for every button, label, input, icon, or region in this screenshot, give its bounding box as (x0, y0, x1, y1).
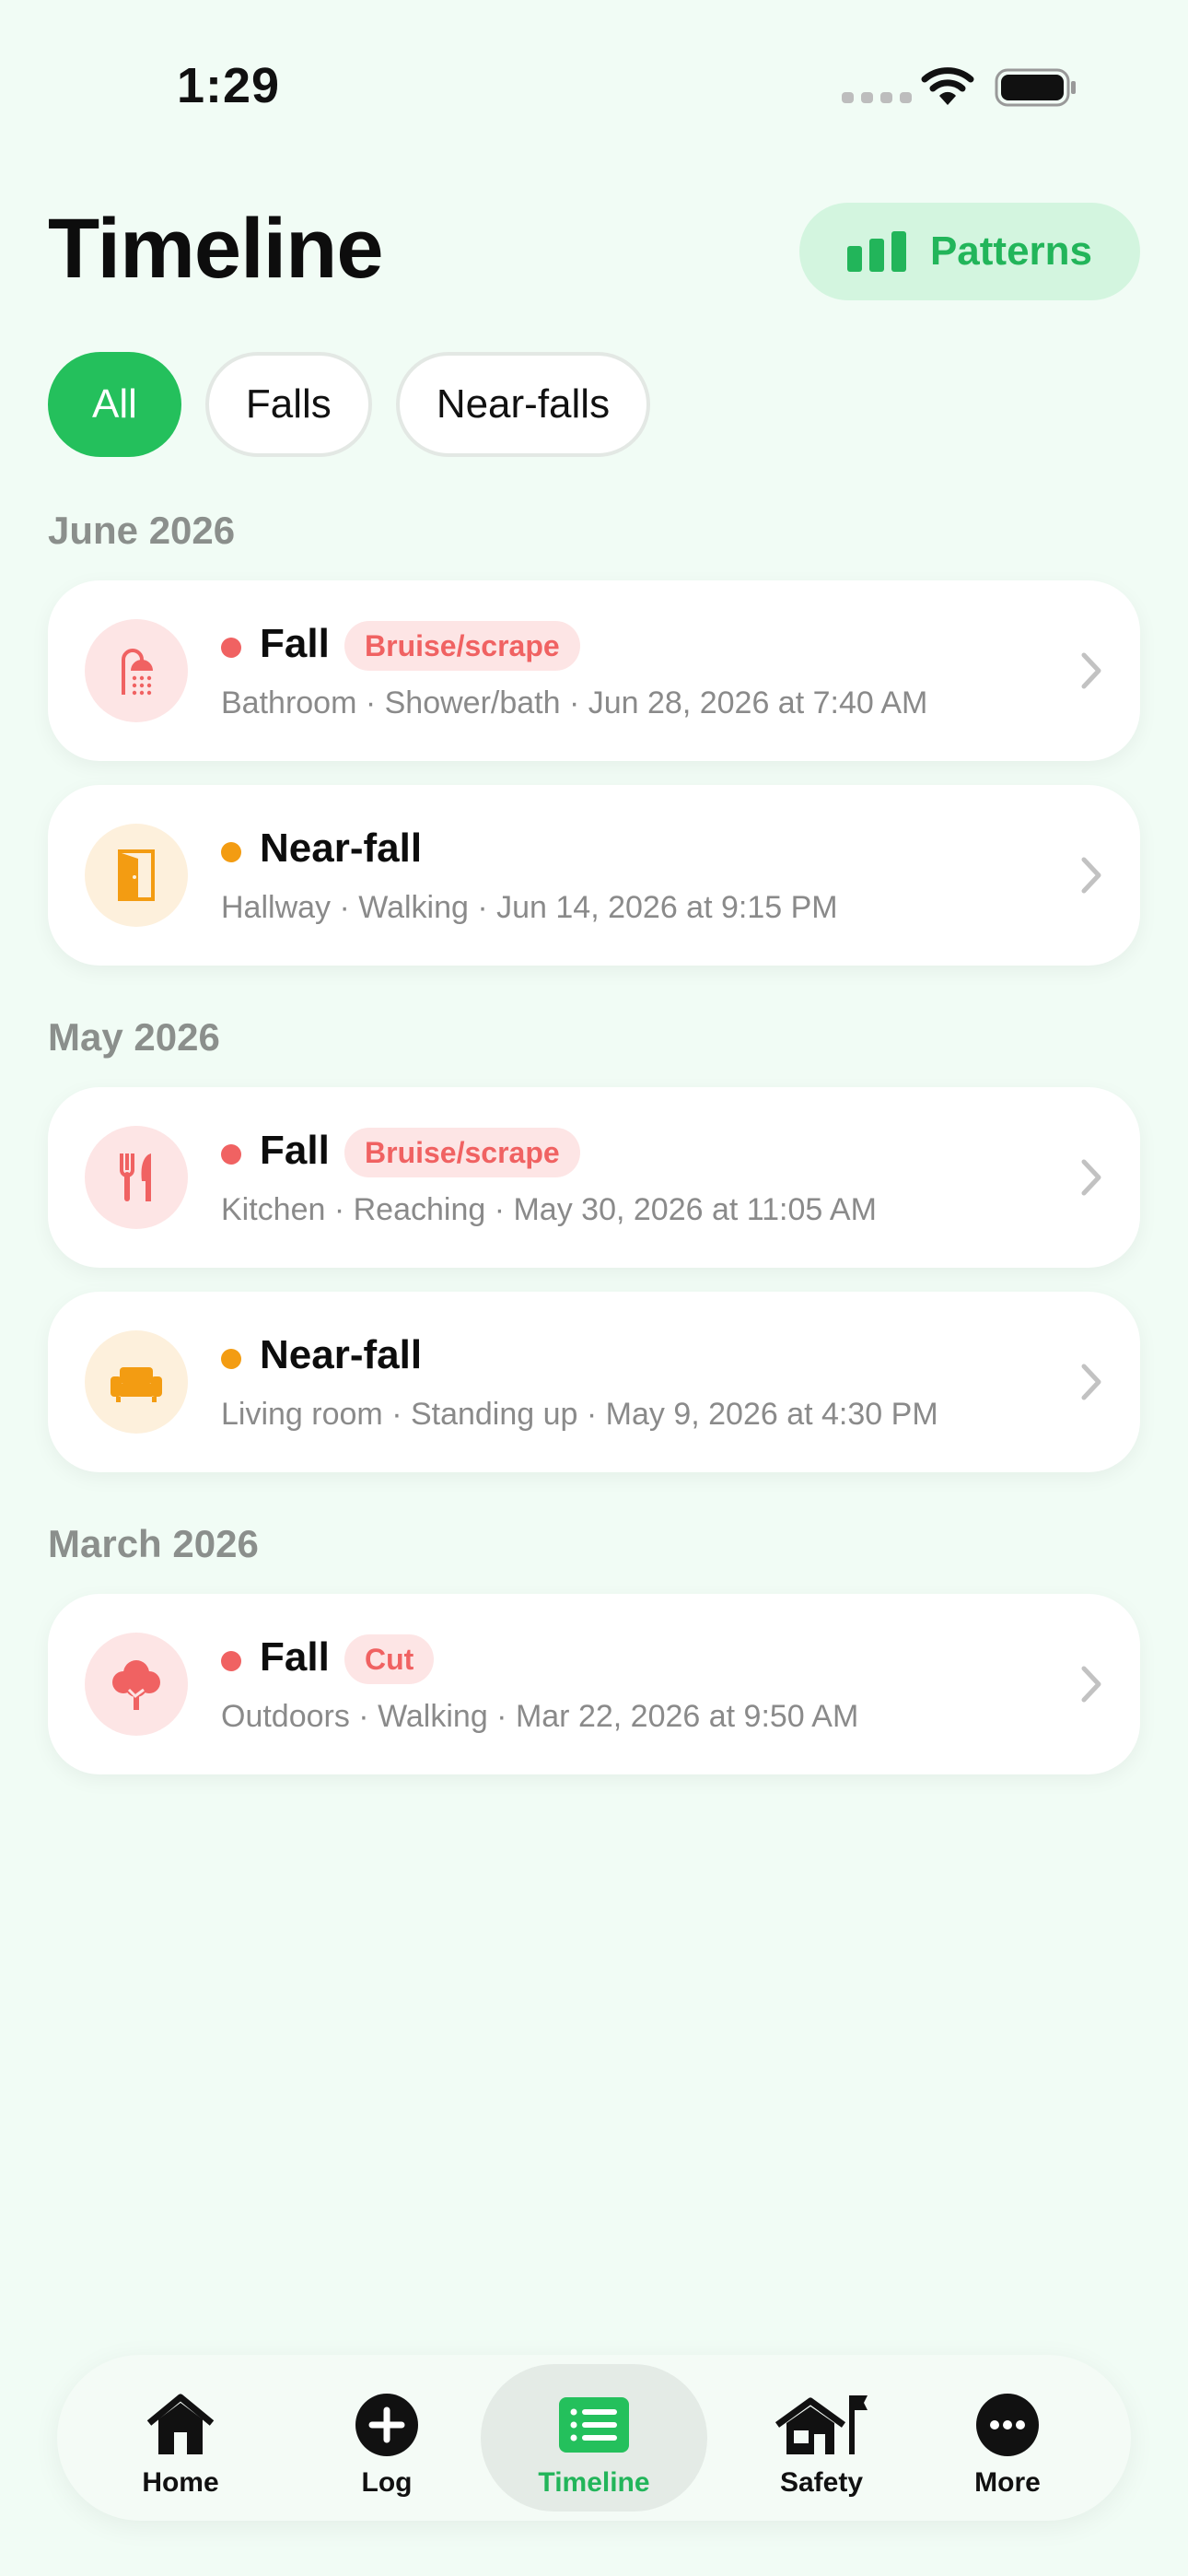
tab-label: Home (142, 2467, 219, 2498)
entry-icon (85, 824, 188, 927)
section-heading-march: March 2026 (48, 1522, 259, 1565)
entry-meta: Living room · Standing up · May 9, 2026 … (221, 1397, 938, 1432)
chevron-right-icon (1081, 1666, 1101, 1703)
plus-circle-icon (355, 2394, 418, 2456)
tab-label: More (974, 2467, 1041, 2498)
entry-type: Fall (260, 1128, 330, 1173)
entry-icon (85, 1633, 188, 1736)
tree-icon (112, 1660, 160, 1710)
tab-safety[interactable]: Safety (729, 2364, 914, 2512)
tab-label: Timeline (538, 2467, 650, 2498)
tab-label: Log (361, 2467, 413, 2498)
timeline-entry[interactable]: Near-fall Hallway · Walking · Jun 14, 20… (48, 785, 1140, 966)
injury-badge: Cut (344, 1634, 435, 1684)
entry-meta: Bathroom · Shower/bath · Jun 28, 2026 at… (221, 685, 928, 720)
entry-icon (85, 619, 188, 722)
section-heading-may: May 2026 (48, 1015, 220, 1059)
section-heading-june: June 2026 (48, 509, 236, 552)
near-fall-dot (221, 842, 241, 862)
sofa-icon (111, 1367, 162, 1402)
entry-icon (85, 1126, 188, 1229)
filter-falls[interactable]: Falls (204, 352, 372, 457)
chevron-right-icon (1081, 1364, 1101, 1400)
timeline-entry[interactable]: Fall Bruise/scrape Bathroom · Shower/bat… (48, 580, 1140, 761)
entry-meta: Kitchen · Reaching · May 30, 2026 at 11:… (221, 1192, 877, 1227)
home-icon (146, 2394, 215, 2454)
timeline-entry[interactable]: Near-fall Living room · Standing up · Ma… (48, 1292, 1140, 1472)
bar-chart-icon (846, 231, 906, 272)
tab-log[interactable]: Log (295, 2364, 479, 2512)
tab-home[interactable]: Home (88, 2364, 273, 2512)
timeline-entry[interactable]: Fall Bruise/scrape Kitchen · Reaching · … (48, 1087, 1140, 1268)
entry-type: Fall (260, 621, 330, 666)
filter-all[interactable]: All (48, 352, 181, 457)
shower-icon (122, 649, 153, 696)
house-flag-icon (775, 2395, 868, 2454)
chevron-right-icon (1081, 857, 1101, 894)
cellular-signal-icon (842, 92, 912, 103)
status-bar: 1:29 (0, 0, 1188, 175)
injury-badge: Bruise/scrape (344, 621, 580, 671)
entry-meta: Hallway · Walking · Jun 14, 2026 at 9:15… (221, 890, 838, 925)
utensils-icon (120, 1153, 151, 1201)
ellipsis-circle-icon (976, 2394, 1039, 2456)
chevron-right-icon (1081, 652, 1101, 689)
timeline-entry[interactable]: Fall Cut Outdoors · Walking · Mar 22, 20… (48, 1594, 1140, 1774)
battery-icon (995, 68, 1076, 107)
chevron-right-icon (1081, 1159, 1101, 1196)
entry-type: Near-fall (260, 1332, 423, 1377)
entry-icon (85, 1330, 188, 1434)
tab-timeline[interactable]: Timeline (481, 2364, 707, 2512)
tab-label: Safety (779, 2467, 864, 2498)
fall-dot (221, 1651, 241, 1671)
entry-type: Near-fall (260, 825, 423, 871)
patterns-button-label: Patterns (929, 228, 1093, 274)
filter-near-falls[interactable]: Near-falls (395, 352, 651, 457)
fall-dot (221, 1144, 241, 1165)
entry-type: Fall (260, 1634, 330, 1680)
injury-badge: Bruise/scrape (344, 1128, 580, 1177)
entry-meta: Outdoors · Walking · Mar 22, 2026 at 9:5… (221, 1699, 859, 1734)
tab-bar: Home Log Timeline Safety More (57, 2355, 1131, 2521)
wifi-icon (921, 67, 974, 105)
near-fall-dot (221, 1349, 241, 1369)
tab-more[interactable]: More (915, 2364, 1100, 2512)
page-title: Timeline (48, 202, 384, 296)
door-icon (118, 849, 155, 901)
fall-dot (221, 638, 241, 658)
status-time: 1:29 (177, 58, 281, 113)
list-icon (559, 2397, 629, 2453)
patterns-button[interactable]: Patterns (799, 203, 1140, 300)
filter-chips: All Falls Near-falls (48, 352, 651, 457)
